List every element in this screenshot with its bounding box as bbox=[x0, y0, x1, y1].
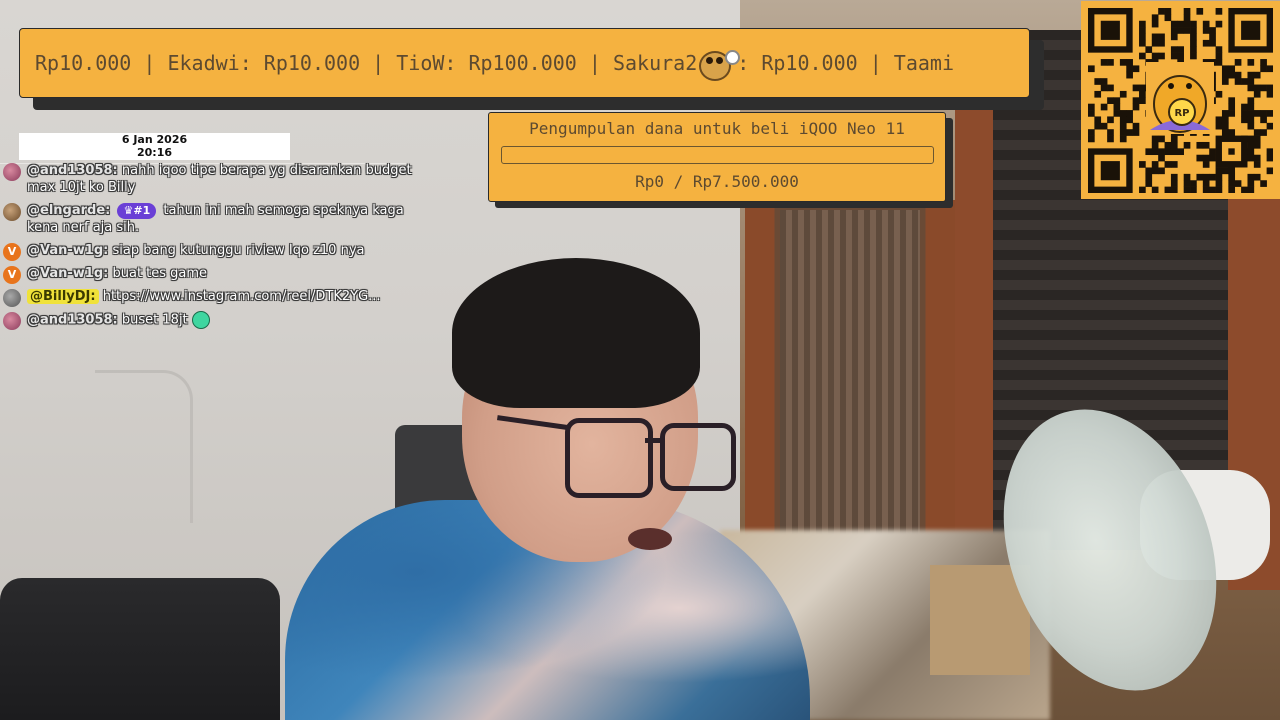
avatar: V bbox=[3, 243, 21, 261]
qr-code-panel: RP bbox=[1081, 1, 1280, 199]
chat-text: buset 18jt bbox=[121, 312, 188, 328]
donation-goal: Pengumpulan dana untuk beli iQOO Neo 11 … bbox=[488, 112, 946, 202]
chat-author: @elngarde: bbox=[27, 203, 111, 218]
qr-mascot-label: RP bbox=[1174, 108, 1189, 119]
avatar: V bbox=[3, 266, 21, 284]
glasses-right-lens bbox=[660, 423, 736, 491]
chat-message: @and13058: nahh iqoo tipe berapa yg disa… bbox=[3, 162, 423, 196]
chat-author: @Van-w1g: bbox=[27, 266, 109, 281]
chat-author: @and13058: bbox=[27, 312, 118, 328]
chat-author: @Van-w1g: bbox=[27, 243, 109, 258]
sofa bbox=[0, 578, 280, 720]
avatar bbox=[3, 163, 21, 181]
window-frame bbox=[955, 100, 993, 570]
door bbox=[780, 210, 920, 560]
qr-code-icon: RP bbox=[1088, 8, 1273, 193]
chat-author: @and13058: bbox=[27, 163, 118, 178]
mouse-emote-icon bbox=[699, 48, 741, 81]
member-badge: ♛#1 bbox=[117, 203, 157, 219]
ticker-text-part1: Rp10.000 | Ekadwi: Rp10.000 | TioW: Rp10… bbox=[35, 51, 698, 75]
person-mouth bbox=[628, 528, 672, 550]
wall-cable bbox=[95, 370, 193, 523]
timestamp-box: 6 Jan 2026 20:16 bbox=[19, 133, 290, 160]
ticker-text: Rp10.000 | Ekadwi: Rp10.000 | TioW: Rp10… bbox=[20, 48, 955, 81]
donation-goal-title: Pengumpulan dana untuk beli iQOO Neo 11 bbox=[529, 119, 905, 138]
person-hair bbox=[452, 258, 700, 408]
live-chat: @and13058: nahh iqoo tipe berapa yg disa… bbox=[3, 162, 423, 335]
chat-message: @and13058: buset 18jt bbox=[3, 311, 423, 330]
donation-progress-bar bbox=[501, 146, 934, 164]
glasses-bridge bbox=[645, 438, 663, 443]
chat-text: siap bang kutunggu riview Iqo z10 nya bbox=[112, 243, 365, 258]
glasses-left-lens bbox=[565, 418, 653, 498]
donation-ticker: Rp10.000 | Ekadwi: Rp10.000 | TioW: Rp10… bbox=[19, 28, 1030, 98]
chat-message: V @Van-w1g: siap bang kutunggu riview Iq… bbox=[3, 242, 423, 261]
chat-message: @elngarde: ♛#1 tahun ini mah semoga spek… bbox=[3, 202, 423, 236]
donation-goal-amount: Rp0 / Rp7.500.000 bbox=[635, 172, 799, 191]
ticker-text-part2: : Rp10.000 | Taami bbox=[737, 51, 955, 75]
avatar bbox=[3, 203, 21, 221]
chat-message: @BillyDJ: https://www.instagram.com/reel… bbox=[3, 288, 423, 307]
chat-link[interactable]: https://www.instagram.com/reel/DTK2YG... bbox=[103, 289, 381, 304]
timestamp-date: 6 Jan 2026 bbox=[121, 133, 188, 146]
chat-message: V @Van-w1g: buat tes game bbox=[3, 265, 423, 284]
avatar bbox=[3, 289, 21, 307]
avatar bbox=[3, 312, 21, 330]
chat-author-owner: @BillyDJ: bbox=[27, 289, 99, 304]
timestamp-time: 20:16 bbox=[136, 146, 172, 159]
smile-emote-icon bbox=[191, 311, 210, 329]
chat-text: buat tes game bbox=[112, 266, 208, 281]
